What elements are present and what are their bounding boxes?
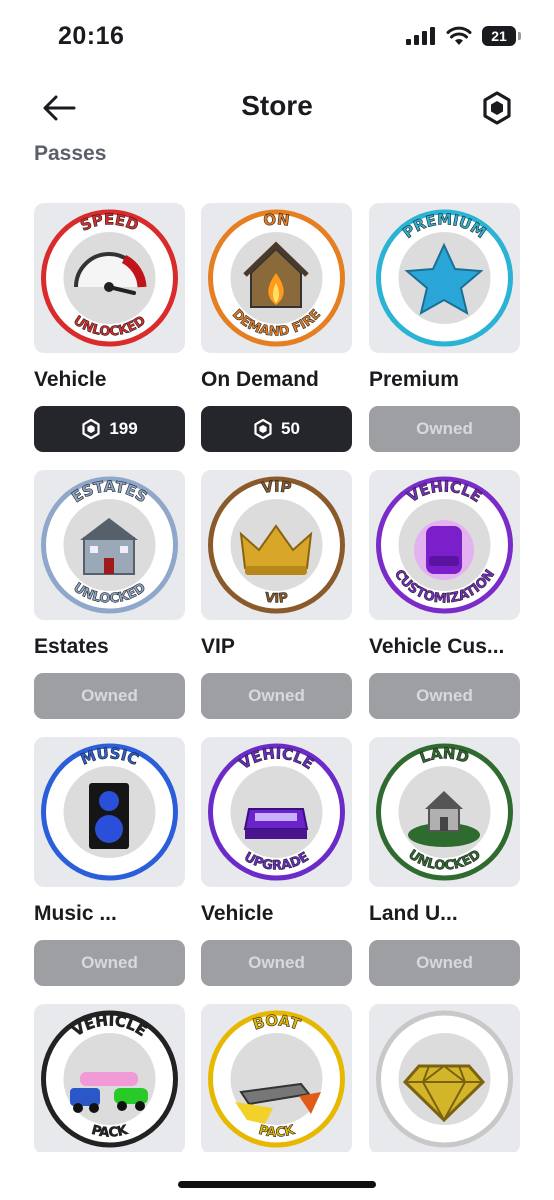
battery-icon: 21 bbox=[482, 26, 521, 46]
section-title: Passes bbox=[34, 142, 107, 165]
pass-thumbnail[interactable]: VEHICLE UPGRADE bbox=[201, 737, 352, 887]
cellular-signal-icon bbox=[406, 27, 435, 45]
pass-thumbnail[interactable]: ON DEMAND FIRE bbox=[201, 203, 352, 353]
wifi-icon bbox=[446, 26, 472, 45]
robux-balance-button[interactable] bbox=[480, 90, 514, 126]
price-label: 199 bbox=[109, 419, 138, 438]
owned-button: Owned bbox=[201, 940, 352, 986]
home-indicator[interactable] bbox=[178, 1181, 376, 1188]
land-house-icon: LANDUNLOCKED bbox=[376, 743, 513, 881]
badge-bottom-label: VIP bbox=[264, 590, 289, 606]
pass-name: Estates bbox=[34, 635, 109, 658]
owned-button: Owned bbox=[34, 673, 185, 719]
robux-icon bbox=[483, 91, 511, 125]
speed-unlocked-gauge-icon: SPEEDUNLOCKED bbox=[41, 209, 178, 347]
pass-thumbnail[interactable]: SPEED UNLOCKED bbox=[34, 203, 185, 353]
top-nav: Store bbox=[0, 80, 554, 136]
pass-thumbnail[interactable]: VEHICLE CUSTOMIZATION bbox=[369, 470, 520, 620]
pass-name: Vehicle bbox=[201, 902, 274, 925]
robux-icon bbox=[254, 418, 272, 440]
vehicle-pack-icon: VEHICLEPACK bbox=[41, 1010, 178, 1148]
page-title: Store bbox=[241, 90, 313, 121]
pass-thumbnail[interactable]: VIP VIP bbox=[201, 470, 352, 620]
bottom-fade bbox=[0, 1152, 554, 1200]
robux-icon bbox=[82, 418, 100, 440]
pass-thumbnail[interactable]: MUSIC bbox=[34, 737, 185, 887]
pass-thumbnail[interactable]: BOAT PACK bbox=[201, 1004, 352, 1154]
status-time: 20:16 bbox=[58, 22, 125, 50]
pass-thumbnail[interactable]: PREMIUM bbox=[369, 203, 520, 353]
crown-icon: VIP VIP bbox=[208, 476, 345, 614]
price-label: 50 bbox=[281, 419, 300, 438]
owned-button: Owned bbox=[201, 673, 352, 719]
pass-thumbnail[interactable]: ESTATES UNLOCKED bbox=[34, 470, 185, 620]
pass-thumbnail[interactable] bbox=[369, 1004, 520, 1154]
burning-house-icon: ONDEMAND FIRE bbox=[208, 209, 345, 347]
pass-name: Land U... bbox=[369, 902, 458, 925]
speaker-icon: MUSIC bbox=[41, 743, 178, 881]
pass-name: Vehicle Cus... bbox=[369, 635, 505, 658]
pass-name: Vehicle bbox=[34, 368, 107, 391]
diamond-icon bbox=[376, 1010, 513, 1148]
star-icon: PREMIUM bbox=[376, 209, 513, 347]
pass-thumbnail[interactable]: LAND UNLOCKED bbox=[369, 737, 520, 887]
status-icons: 21 bbox=[406, 26, 521, 46]
owned-button: Owned bbox=[369, 940, 520, 986]
pass-name: VIP bbox=[201, 635, 235, 658]
pass-name: On Demand bbox=[201, 368, 319, 391]
owned-button: Owned bbox=[369, 406, 520, 452]
pass-name: Premium bbox=[369, 368, 459, 391]
vehicle-customization-icon: VEHICLECUSTOMIZATION bbox=[376, 476, 513, 614]
status-bar: 20:16 21 bbox=[0, 0, 554, 72]
buy-button[interactable]: 50 bbox=[201, 406, 352, 452]
pass-name: Music ... bbox=[34, 902, 117, 925]
vehicle-upgrade-icon: VEHICLEUPGRADE bbox=[208, 743, 345, 881]
pass-thumbnail[interactable]: VEHICLE PACK bbox=[34, 1004, 185, 1154]
owned-button: Owned bbox=[369, 673, 520, 719]
owned-button: Owned bbox=[34, 940, 185, 986]
boat-pack-icon: BOATPACK bbox=[208, 1010, 345, 1148]
buy-button[interactable]: 199 bbox=[34, 406, 185, 452]
mansion-icon: ESTATESUNLOCKED bbox=[41, 476, 178, 614]
badge-top-label: VIP bbox=[260, 477, 292, 497]
